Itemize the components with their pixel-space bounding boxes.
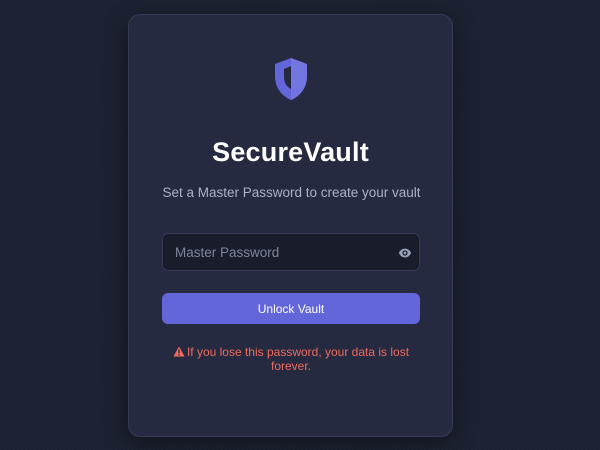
app-title: SecureVault [212, 137, 369, 167]
subtitle: Set a Master Password to create your vau… [162, 185, 421, 200]
setup-card: SecureVault Set a Master Password to cre… [128, 14, 453, 437]
eye-icon[interactable] [398, 246, 412, 260]
master-password-input[interactable] [163, 234, 419, 270]
password-field [162, 233, 420, 271]
warning-text: If you lose this password, your data is … [186, 345, 410, 373]
warning-icon [173, 346, 185, 357]
unlock-vault-button[interactable]: Unlock Vault [162, 293, 420, 324]
warning-message: If you lose this password, your data is … [165, 345, 417, 373]
shield-icon [275, 58, 307, 100]
